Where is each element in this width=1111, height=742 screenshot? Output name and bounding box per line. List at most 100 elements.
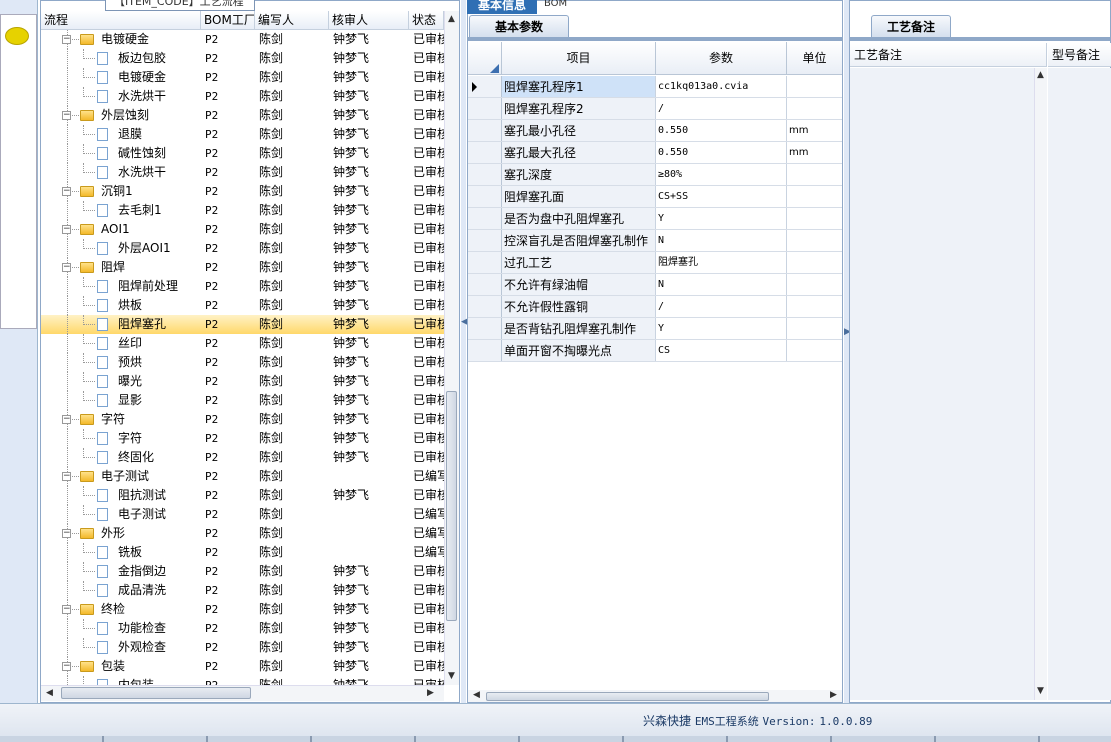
row-indicator[interactable] (468, 164, 502, 185)
tree-step-row[interactable]: 电镀硬金 P2 陈剑 钟梦飞 已审核 (41, 68, 444, 87)
tree-node-cell[interactable]: 水洗烘干 (41, 163, 201, 182)
tree-node-cell[interactable]: 丝印 (41, 334, 201, 353)
collapse-toggle-icon[interactable]: − (62, 472, 71, 481)
collapse-toggle-icon[interactable]: − (62, 263, 71, 272)
tree-folder-row[interactable]: − 电镀硬金 P2 陈剑 钟梦飞 已审核 (41, 30, 444, 49)
param-value-cell[interactable]: 0.550 (656, 142, 787, 163)
param-row[interactable]: 过孔工艺 阻焊塞孔 (468, 252, 842, 274)
tree-folder-row[interactable]: − 外形 P2 陈剑 已编写 (41, 524, 444, 543)
param-value-cell[interactable]: Y (656, 318, 787, 339)
param-value-cell[interactable]: CS (656, 340, 787, 361)
row-indicator[interactable] (468, 142, 502, 163)
tree-step-row[interactable]: 内包装 P2 陈剑 钟梦飞 已审核 (41, 676, 444, 685)
param-value-cell[interactable]: 阻焊塞孔 (656, 252, 787, 273)
col-header-reviewer[interactable]: 核审人 (329, 11, 409, 30)
param-value-cell[interactable]: 0.550 (656, 120, 787, 141)
param-value-cell[interactable]: / (656, 98, 787, 119)
collapse-toggle-icon[interactable]: − (62, 187, 71, 196)
tree-node-cell[interactable]: − AOI1 (41, 220, 201, 239)
tab-basic-info[interactable]: 基本信息 (467, 0, 537, 14)
scroll-up-icon[interactable]: ▲ (1037, 70, 1044, 80)
model-notes-textarea[interactable] (1048, 68, 1111, 700)
tree-title-tab[interactable]: 【ITEM_CODE】工艺流程 (105, 0, 255, 11)
param-value-cell[interactable]: / (656, 296, 787, 317)
process-notes-textarea[interactable] (850, 68, 1034, 700)
tree-node-cell[interactable]: 阻焊塞孔 (41, 315, 201, 334)
row-indicator[interactable] (468, 340, 502, 361)
tree-step-row[interactable]: 预烘 P2 陈剑 钟梦飞 已审核 (41, 353, 444, 372)
param-row[interactable]: 单面开窗不掏曝光点 CS (468, 340, 842, 362)
tree-node-cell[interactable]: − 阻焊 (41, 258, 201, 277)
tree-step-row[interactable]: 退膜 P2 陈剑 钟梦飞 已审核 (41, 125, 444, 144)
param-value-cell[interactable]: cc1kq013a0.cvia (656, 76, 787, 97)
tree-step-row[interactable]: 阻焊前处理 P2 陈剑 钟梦飞 已审核 (41, 277, 444, 296)
row-indicator[interactable] (468, 186, 502, 207)
collapse-toggle-icon[interactable]: − (62, 225, 71, 234)
tree-node-cell[interactable]: 外层AOI1 (41, 239, 201, 258)
row-indicator[interactable] (468, 98, 502, 119)
tree-node-cell[interactable]: 终固化 (41, 448, 201, 467)
tree-folder-row[interactable]: − 字符 P2 陈剑 钟梦飞 已审核 (41, 410, 444, 429)
param-row[interactable]: 控深盲孔是否阻焊塞孔制作 N (468, 230, 842, 252)
scroll-right-icon[interactable]: ▶ (830, 690, 837, 700)
tree-step-row[interactable]: 阻焊塞孔 P2 陈剑 钟梦飞 已审核 (41, 315, 444, 334)
row-indicator[interactable] (468, 318, 502, 339)
col-header-bom-factory[interactable]: BOM工厂 (201, 11, 255, 30)
row-indicator[interactable] (468, 252, 502, 273)
tree-step-row[interactable]: 丝印 P2 陈剑 钟梦飞 已审核 (41, 334, 444, 353)
scroll-up-icon[interactable]: ▲ (448, 14, 455, 24)
col-header-process[interactable]: 流程 (41, 11, 201, 30)
tree-step-row[interactable]: 电子测试 P2 陈剑 已编写 (41, 505, 444, 524)
tree-node-cell[interactable]: 阻焊前处理 (41, 277, 201, 296)
param-row[interactable]: 不允许有绿油帽 N (468, 274, 842, 296)
param-value-cell[interactable]: ≥80% (656, 164, 787, 185)
tree-step-row[interactable]: 显影 P2 陈剑 钟梦飞 已审核 (41, 391, 444, 410)
tree-step-row[interactable]: 曝光 P2 陈剑 钟梦飞 已审核 (41, 372, 444, 391)
tree-step-row[interactable]: 水洗烘干 P2 陈剑 钟梦飞 已审核 (41, 87, 444, 106)
scroll-left-icon[interactable]: ◀ (46, 688, 53, 698)
row-indicator[interactable] (468, 120, 502, 141)
row-indicator[interactable] (468, 208, 502, 229)
tree-folder-row[interactable]: − 终检 P2 陈剑 钟梦飞 已审核 (41, 600, 444, 619)
tree-vertical-scroll-thumb[interactable] (446, 391, 457, 621)
taskbar-slot[interactable] (208, 736, 312, 742)
param-row[interactable]: 塞孔最小孔径 0.550 mm (468, 120, 842, 142)
scroll-left-icon[interactable]: ◀ (473, 690, 480, 700)
tree-step-row[interactable]: 烘板 P2 陈剑 钟梦飞 已审核 (41, 296, 444, 315)
process-notes-scrollbar[interactable]: ▲ ▼ (1034, 68, 1047, 700)
tree-folder-row[interactable]: − 阻焊 P2 陈剑 钟梦飞 已审核 (41, 258, 444, 277)
tree-step-row[interactable]: 字符 P2 陈剑 钟梦飞 已审核 (41, 429, 444, 448)
tree-node-cell[interactable]: − 字符 (41, 410, 201, 429)
tree-folder-row[interactable]: − 沉铜1 P2 陈剑 钟梦飞 已审核 (41, 182, 444, 201)
col-header-status[interactable]: 状态 (409, 11, 444, 30)
param-row[interactable]: 是否背钻孔阻焊塞孔制作 Y (468, 318, 842, 340)
param-row[interactable]: 阻焊塞孔程序2/ (468, 98, 842, 120)
taskbar-slot[interactable] (624, 736, 728, 742)
tree-node-cell[interactable]: − 电镀硬金 (41, 30, 201, 49)
param-row[interactable]: 塞孔最大孔径 0.550 mm (468, 142, 842, 164)
col-header-unit[interactable]: 单位 (787, 42, 842, 75)
taskbar-slot[interactable] (0, 736, 104, 742)
tree-folder-row[interactable]: − 包装 P2 陈剑 钟梦飞 已审核 (41, 657, 444, 676)
taskbar-slot[interactable] (520, 736, 624, 742)
tree-folder-row[interactable]: − AOI1 P2 陈剑 钟梦飞 已审核 (41, 220, 444, 239)
param-value-cell[interactable]: N (656, 230, 787, 251)
tree-step-row[interactable]: 铣板 P2 陈剑 已编写 (41, 543, 444, 562)
tab-basic-params[interactable]: 基本参数 (469, 15, 569, 38)
scroll-right-icon[interactable]: ▶ (427, 688, 434, 698)
param-row[interactable]: 阻焊塞孔程序1 cc1kq013a0.cvia (468, 76, 842, 98)
collapse-toggle-icon[interactable]: − (62, 415, 71, 424)
taskbar-slot[interactable] (728, 736, 832, 742)
tree-node-cell[interactable]: 功能检查 (41, 619, 201, 638)
tree-node-cell[interactable]: 烘板 (41, 296, 201, 315)
splitter-left[interactable]: ◀ (461, 0, 468, 703)
param-value-cell[interactable]: N (656, 274, 787, 295)
tree-step-row[interactable]: 外观检查 P2 陈剑 钟梦飞 已审核 (41, 638, 444, 657)
grid-corner[interactable] (468, 42, 502, 75)
tree-node-cell[interactable]: 字符 (41, 429, 201, 448)
collapse-toggle-icon[interactable]: − (62, 111, 71, 120)
tree-node-cell[interactable]: 成品清洗 (41, 581, 201, 600)
tree-step-row[interactable]: 成品清洗 P2 陈剑 钟梦飞 已审核 (41, 581, 444, 600)
taskbar-slot[interactable] (312, 736, 416, 742)
param-row[interactable]: 阻焊塞孔面 CS+SS (468, 186, 842, 208)
